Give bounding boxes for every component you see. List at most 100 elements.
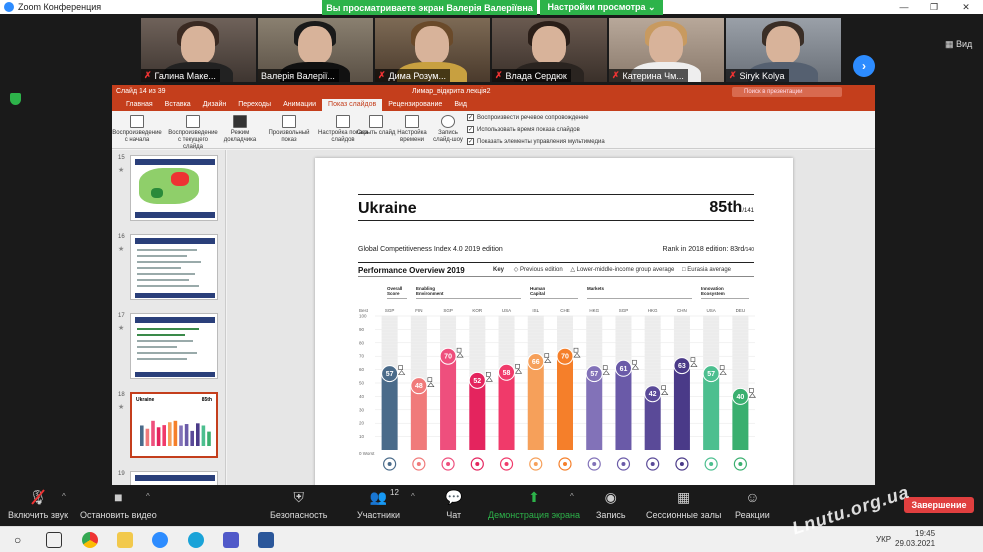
breakout-rooms-button[interactable]: ▦ Сессионные залы [646, 488, 721, 520]
participant-name: Siryk Kolya [739, 70, 785, 81]
chevron-up-icon[interactable]: ^ [146, 492, 150, 501]
thumb-number: 19 [118, 471, 125, 477]
record-icon: ◉ [604, 489, 617, 505]
eurasia-average-marker [661, 385, 666, 391]
slide-thumbnail-selected[interactable]: Ukraine 85th [130, 392, 218, 458]
taskbar-clock[interactable]: 19:45 29.03.2021 [895, 529, 935, 549]
presenter-mode-button[interactable]: Режим докладчика [216, 115, 264, 144]
slide-thumbnail[interactable] [130, 234, 218, 300]
slide-thumbnail[interactable] [130, 155, 218, 221]
task-view-icon[interactable] [46, 532, 62, 548]
eurasia-average-marker [690, 357, 696, 362]
unmute-button[interactable]: 🎙 Включить звук [8, 488, 68, 520]
benchmark-label: CHN [677, 308, 687, 313]
benchmark-label: DEU [736, 308, 746, 313]
rehearse-timings-button[interactable]: Настройка времени [392, 115, 432, 144]
record-slideshow-button[interactable]: Запись слайд-шоу [428, 115, 468, 144]
ribbon-tab[interactable]: Показ слайдов [322, 99, 383, 111]
lmi-average-marker [631, 364, 640, 370]
powerpoint-window: Слайд 14 из 39 Лимар_відкрита лекція2 По… [112, 85, 875, 485]
search-icon[interactable]: ○ [14, 532, 30, 548]
ribbon-tab[interactable]: Вид [448, 99, 473, 111]
ribbon-tab[interactable]: Дизайн [197, 99, 233, 111]
participants-button[interactable]: 👥 12 Участники [357, 488, 400, 520]
thumb-bar [196, 423, 200, 446]
data-label: 48 [415, 383, 423, 390]
eurasia-average-marker [632, 359, 637, 365]
windows-taskbar: ○ УКР 19:45 29.03.2021 [0, 526, 983, 552]
ribbon-tab[interactable]: Анимации [277, 99, 322, 111]
chevron-up-icon[interactable]: ^ [411, 492, 415, 501]
minimize-icon[interactable]: — [890, 0, 918, 14]
ribbon-tab[interactable]: Вставка [159, 99, 197, 111]
chevron-up-icon[interactable]: ^ [570, 492, 574, 501]
ribbon-tab[interactable]: Рецензирование [382, 99, 448, 111]
pillar-icon-dot [504, 462, 509, 466]
ribbon-tab[interactable]: Переходы [232, 99, 277, 111]
bar [410, 385, 427, 450]
keyboard-language[interactable]: УКР [876, 535, 891, 544]
play-from-current-button[interactable]: Воспроизведение с текущего слайда [168, 115, 218, 151]
slide-thumbnail[interactable] [130, 471, 218, 485]
slide-thumbnail[interactable] [130, 313, 218, 379]
ppt-search-input[interactable]: Поиск в презентации [732, 87, 842, 97]
word-icon[interactable] [258, 532, 274, 548]
close-icon[interactable]: ✕ [952, 0, 980, 14]
participant-tile[interactable]: ✗ Siryk Kolya [726, 18, 841, 82]
muted-mic-icon: 🎙 [8, 488, 68, 506]
data-label: 63 [678, 363, 686, 370]
file-explorer-icon[interactable] [117, 532, 133, 548]
lmi-average-marker [514, 368, 523, 374]
benchmark-label: SGP [443, 308, 453, 313]
bar [440, 356, 457, 450]
muted-mic-icon: ✗ [378, 70, 386, 80]
eurasia-average-marker [456, 347, 462, 353]
slide-thumbnails-pane[interactable]: 15 ★ 16 ★ 17 ★ 18 ★ Ukraine 85th 19 [112, 150, 226, 485]
participant-tile[interactable]: ✗ Дима Розум... [375, 18, 490, 82]
record-button[interactable]: ◉ Запись [596, 488, 626, 520]
reactions-button[interactable]: ☺ Реакции [735, 488, 770, 520]
share-screen-icon: ⬆ [528, 489, 540, 505]
pillar-icon-dot [679, 462, 684, 466]
thumb-number: 15 [118, 155, 125, 161]
media-controls-checkbox[interactable]: ✓ Показать элементы управления мультимеди… [467, 138, 605, 145]
hide-slide-button[interactable]: Скрыть слайд [356, 115, 396, 137]
encryption-shield-icon[interactable] [10, 93, 21, 105]
bar [469, 380, 486, 450]
participant-tile[interactable]: ✗ Влада Сердюк [492, 18, 607, 82]
eurasia-average-marker [544, 353, 550, 358]
thumb-bar [190, 430, 194, 446]
use-timings-checkbox[interactable]: ✓ Использовать время показа слайдов [467, 126, 580, 133]
chrome-icon[interactable] [82, 532, 98, 548]
view-layout-button[interactable]: ▦ Вид [945, 39, 972, 50]
view-options-button[interactable]: Настройки просмотра ⌄ [540, 0, 663, 15]
participant-tile[interactable]: ✗ Катерина Чм... [609, 18, 724, 82]
custom-show-button[interactable]: Произвольный показ [264, 115, 314, 144]
play-from-start-button[interactable]: Воспроизведение с начала [112, 115, 162, 144]
teams-icon[interactable] [223, 532, 239, 548]
participant-tile[interactable]: Валерія Валерії... [258, 18, 373, 82]
app-icon[interactable] [188, 532, 204, 548]
slide-canvas[interactable]: Ukraine 85th/141 Global Competitiveness … [227, 150, 875, 485]
eurasia-average-marker [398, 365, 403, 370]
chat-button[interactable]: 💬 Чат [445, 488, 462, 520]
end-meeting-button[interactable]: Завершение [904, 497, 974, 513]
y-tick-label: 90 [359, 327, 365, 332]
chevron-up-icon[interactable]: ^ [62, 492, 66, 501]
benchmark-label: SGP [385, 308, 395, 313]
lmi-average-marker [485, 376, 493, 382]
share-screen-button[interactable]: ⬆ Демонстрация экрана [488, 488, 580, 520]
lmi-average-marker [690, 362, 698, 367]
participant-name: Галина Маке... [154, 70, 216, 81]
bar [527, 361, 544, 450]
muted-mic-icon: ✗ [612, 70, 620, 80]
next-participants-button[interactable]: › [853, 55, 875, 77]
pillar-icon-dot [563, 462, 567, 466]
security-button[interactable]: ⛨ Безопасность [270, 488, 327, 520]
ribbon-tab[interactable]: Главная [120, 99, 159, 111]
zoom-app-icon[interactable] [152, 532, 168, 548]
narration-checkbox[interactable]: ✓ Воспроизвести речевое сопровождение [467, 114, 589, 121]
participant-tile[interactable]: ✗ Галина Маке... [141, 18, 256, 82]
maximize-icon[interactable]: ❐ [920, 0, 948, 14]
check-icon: ✓ [467, 114, 474, 121]
